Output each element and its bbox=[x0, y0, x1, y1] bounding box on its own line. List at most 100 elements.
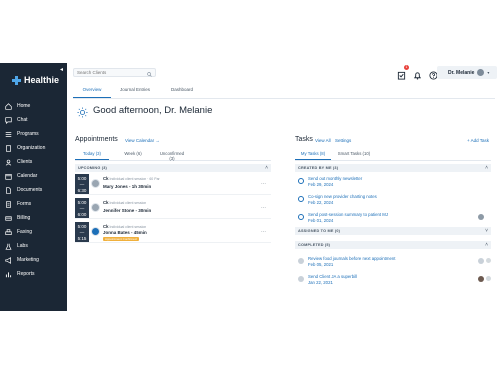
task-title: Send post-session summary to patient MJ bbox=[308, 212, 389, 217]
avatar bbox=[91, 179, 100, 188]
task-date: Feb 01, 2024 bbox=[308, 218, 334, 223]
avatar bbox=[478, 276, 484, 282]
user-menu[interactable]: Dr. Melanie ▾ bbox=[437, 66, 497, 79]
task-checkbox[interactable] bbox=[298, 214, 304, 220]
task-item[interactable]: Send post-session summary to patient MJ … bbox=[295, 211, 491, 225]
sidebar-item-calendar[interactable]: Calendar bbox=[0, 169, 67, 183]
task-title: Send Client JA a superbill bbox=[308, 274, 357, 279]
upcoming-group-header[interactable]: UPCOMING (3) ˄ bbox=[75, 164, 271, 172]
brand-logo[interactable]: Healthie bbox=[12, 75, 59, 85]
avatar bbox=[477, 69, 485, 76]
search-box[interactable] bbox=[73, 68, 156, 77]
sidebar-item-home[interactable]: Home bbox=[0, 99, 67, 113]
assigned-group-header[interactable]: ASSIGNED TO ME (0) ˅ bbox=[295, 227, 491, 235]
sidebar-item-chat[interactable]: Chat bbox=[0, 113, 67, 127]
appointment-client: Mary Jones - 1h 30min bbox=[103, 184, 152, 189]
appointment-time: 5:00—6:30 bbox=[75, 174, 89, 194]
user-name: Dr. Melanie bbox=[448, 69, 475, 76]
greeting: Good afternoon, Dr. Melanie bbox=[77, 105, 213, 118]
main-tabs: Overview Journal Entries Dashboard bbox=[73, 83, 205, 98]
search-input[interactable] bbox=[77, 70, 147, 75]
tasks-notification-icon[interactable]: 1 bbox=[397, 65, 409, 80]
chevron-down-icon: ▾ bbox=[487, 70, 490, 75]
sidebar-item-label: Organization bbox=[17, 145, 46, 151]
collapse-sidebar-icon[interactable]: ◂ bbox=[60, 66, 63, 73]
tasks-tabs: My Tasks (8) Smart Tasks (10) bbox=[295, 149, 491, 161]
task-checkbox[interactable] bbox=[298, 178, 304, 184]
organization-icon bbox=[5, 144, 12, 152]
completed-group-header[interactable]: COMPLETED (5) ˄ bbox=[295, 241, 491, 249]
task-checkbox[interactable] bbox=[298, 196, 304, 202]
more-options-icon[interactable]: ⋯ bbox=[261, 181, 266, 187]
status-badge: Appointment Confirmed bbox=[103, 237, 139, 241]
forms-icon bbox=[5, 200, 12, 208]
appointments-title: Appointments bbox=[75, 136, 118, 143]
add-task-button[interactable]: + Add Task bbox=[467, 138, 489, 143]
tab-today[interactable]: Today (3) bbox=[75, 149, 109, 160]
search-icon[interactable] bbox=[147, 64, 152, 82]
chevron-down-icon: ˅ bbox=[485, 228, 488, 234]
programs-icon bbox=[5, 131, 12, 138]
view-calendar-link[interactable]: View Calendar → bbox=[125, 138, 160, 143]
calendar-icon bbox=[5, 173, 12, 180]
tab-overview[interactable]: Overview bbox=[73, 83, 111, 98]
task-checkbox[interactable] bbox=[298, 258, 304, 264]
sidebar-item-labs[interactable]: Labs bbox=[0, 239, 67, 253]
appointment-row[interactable]: 5:00—6:30 Ck Individual client session ·… bbox=[75, 173, 271, 195]
tab-week[interactable]: Week (6) bbox=[109, 149, 157, 160]
chevron-up-icon: ˄ bbox=[485, 242, 488, 248]
main-content: Overview Journal Entries Dashboard Good … bbox=[67, 83, 500, 311]
documents-icon bbox=[5, 186, 12, 194]
task-date: Jan 22, 2021 bbox=[308, 280, 333, 285]
appointment-client: Jonna Bates - 45min bbox=[103, 230, 147, 235]
task-item[interactable]: Send out monthly newsletter Feb 29, 2024 bbox=[295, 175, 491, 189]
labs-icon bbox=[5, 243, 12, 250]
more-options-icon[interactable]: ⋯ bbox=[261, 229, 266, 235]
chevron-up-icon: ˄ bbox=[485, 165, 488, 171]
appointment-row[interactable]: 5:00—5:15 Ck Individual client session J… bbox=[75, 221, 271, 243]
sidebar-item-clients[interactable]: Clients bbox=[0, 155, 67, 169]
more-options-icon[interactable]: ⋯ bbox=[261, 205, 266, 211]
upcoming-label: UPCOMING (3) bbox=[78, 166, 107, 170]
sidebar-item-reports[interactable]: Reports bbox=[0, 267, 67, 281]
task-item[interactable]: Review food journals before next appoint… bbox=[295, 255, 491, 269]
sidebar-item-faxing[interactable]: Faxing bbox=[0, 225, 67, 239]
task-title: Co-sign new provider charting notes bbox=[308, 194, 377, 199]
sidebar-item-marketing[interactable]: Marketing bbox=[0, 253, 67, 267]
sidebar-item-label: Marketing bbox=[17, 257, 39, 263]
sidebar-item-label: Reports bbox=[17, 271, 35, 277]
appointment-client: Jennifer Stone - 30min bbox=[103, 208, 152, 213]
sidebar-item-programs[interactable]: Programs bbox=[0, 127, 67, 141]
avatar bbox=[486, 258, 491, 263]
tab-journal-entries[interactable]: Journal Entries bbox=[111, 83, 159, 98]
app-window: ◂ Healthie Home Chat Programs Organizati… bbox=[0, 63, 500, 311]
view-all-tasks-link[interactable]: View All bbox=[315, 138, 331, 143]
greeting-text: Good afternoon, Dr. Melanie bbox=[93, 105, 213, 116]
home-icon bbox=[5, 102, 12, 110]
created-group-header[interactable]: CREATED BY ME (3) ˄ bbox=[295, 164, 491, 172]
sidebar-item-forms[interactable]: Forms bbox=[0, 197, 67, 211]
task-settings-link[interactable]: Settings bbox=[335, 138, 351, 143]
task-item[interactable]: Send Client JA a superbill Jan 22, 2021 bbox=[295, 273, 491, 287]
healthie-logo-icon bbox=[12, 75, 21, 85]
sidebar-item-organization[interactable]: Organization bbox=[0, 141, 67, 155]
sidebar-item-label: Faxing bbox=[17, 229, 33, 235]
tasks-title: Tasks bbox=[295, 136, 313, 143]
sidebar-item-label: Home bbox=[17, 103, 31, 109]
sidebar-item-label: Chat bbox=[17, 117, 28, 123]
bell-icon[interactable] bbox=[413, 67, 422, 80]
tab-smart-tasks[interactable]: Smart Tasks (10) bbox=[331, 149, 377, 160]
task-title: Review food journals before next appoint… bbox=[308, 256, 396, 261]
tabs-divider bbox=[73, 98, 495, 99]
sidebar-item-billing[interactable]: Billing bbox=[0, 211, 67, 225]
sidebar-item-documents[interactable]: Documents bbox=[0, 183, 67, 197]
tab-dashboard[interactable]: Dashboard bbox=[159, 83, 205, 98]
appointment-row[interactable]: 5:00—6:00 Ck Individual client session J… bbox=[75, 197, 271, 219]
sidebar-item-label: Clients bbox=[17, 159, 33, 165]
tab-unconfirmed[interactable]: Unconfirmed (3) bbox=[157, 149, 187, 161]
tab-my-tasks[interactable]: My Tasks (8) bbox=[295, 149, 331, 160]
task-checkbox[interactable] bbox=[298, 276, 304, 282]
faxing-icon bbox=[5, 228, 12, 236]
appointments-tabs: Today (3) Week (6) Unconfirmed (3) bbox=[75, 149, 271, 161]
task-item[interactable]: Co-sign new provider charting notes Feb … bbox=[295, 193, 491, 207]
